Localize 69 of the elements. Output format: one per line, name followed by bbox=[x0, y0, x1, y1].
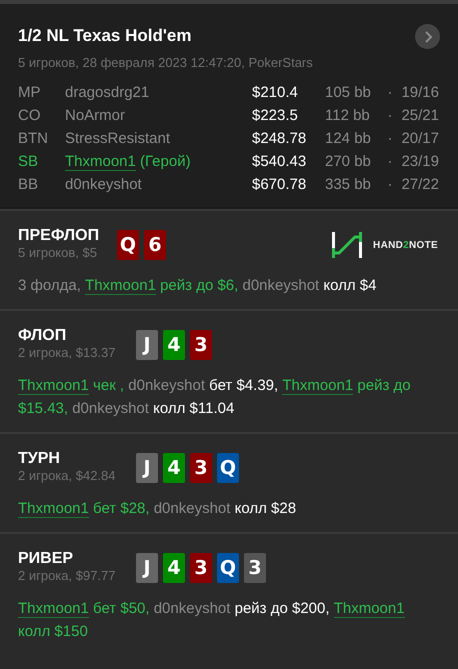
playing-card: 3 bbox=[244, 553, 266, 583]
player-stats: 27/22 bbox=[400, 175, 439, 195]
playing-card: Q bbox=[217, 553, 239, 583]
playing-card: J bbox=[136, 453, 158, 483]
player-bb: 105 bb bbox=[325, 83, 372, 103]
player-name-link[interactable]: Thxmoon1 bbox=[85, 277, 156, 295]
player-name: StressResistant bbox=[65, 130, 170, 147]
chevron-right-icon bbox=[422, 30, 432, 42]
player-stack: $540.43 bbox=[252, 152, 308, 172]
street-info: 2 игрока, $13.37 bbox=[18, 345, 116, 360]
player-name-link[interactable]: Thxmoon1 bbox=[18, 500, 89, 518]
logo-icon bbox=[331, 231, 364, 259]
player-bb: 270 bb bbox=[325, 152, 372, 172]
player-position: SB bbox=[18, 152, 40, 172]
player-position: MP bbox=[18, 83, 42, 103]
street-title: ПРЕФЛОП bbox=[18, 227, 100, 245]
street-title: РИВЕР bbox=[18, 550, 74, 568]
player-bb: 335 bb bbox=[325, 175, 372, 195]
playing-card: 4 bbox=[163, 330, 185, 360]
player-name: dragosdrg21 bbox=[65, 84, 150, 101]
player-name-link[interactable]: Thxmoon1 bbox=[18, 377, 89, 395]
player-position: BB bbox=[18, 175, 40, 195]
player-name-link[interactable]: Thxmoon1 bbox=[282, 377, 354, 395]
playing-card: 3 bbox=[190, 330, 212, 360]
separator-dot: · bbox=[386, 106, 394, 126]
player-name-link[interactable]: Thxmoon1 bbox=[334, 600, 405, 618]
action-line: Thxmoon1 бет $50, d0nkeyshot рейз до $200, Thxmoon1 колл $150 bbox=[18, 599, 406, 642]
playing-card: 6 bbox=[144, 230, 166, 260]
separator-dot: · bbox=[386, 175, 394, 195]
player-position: BTN bbox=[18, 129, 49, 149]
street-info: 2 игрока, $42.84 bbox=[18, 468, 116, 483]
player-position: CO bbox=[18, 106, 42, 126]
logo-text: HAND2NOTE bbox=[373, 240, 438, 250]
playing-card: J bbox=[136, 553, 158, 583]
playing-card: Q bbox=[217, 453, 239, 483]
player-name-link[interactable]: Thxmoon1 bbox=[18, 600, 89, 618]
player-stats: 19/16 bbox=[400, 83, 439, 103]
player-name-link[interactable]: Thxmoon1 bbox=[65, 153, 136, 171]
playing-card: 4 bbox=[163, 453, 185, 483]
action-line: 3 фолда, Thxmoon1 рейз до $6, d0nkeyshot колл $4 bbox=[18, 276, 378, 297]
playing-card: 4 bbox=[163, 553, 185, 583]
player-bb: 124 bb bbox=[325, 129, 372, 149]
player-stack: $223.5 bbox=[252, 106, 299, 126]
next-button[interactable] bbox=[415, 24, 440, 49]
player-stack: $248.78 bbox=[252, 129, 308, 149]
separator-dot: · bbox=[386, 129, 394, 149]
action-line: Thxmoon1 бет $28, d0nkeyshot колл $28 bbox=[18, 499, 298, 520]
hand-subtitle: 5 игроков, 28 февраля 2023 12:47:20, PokerStars bbox=[18, 55, 314, 70]
playing-card: J bbox=[136, 330, 158, 360]
player-stats: 25/21 bbox=[400, 106, 439, 126]
playing-card: Q bbox=[117, 230, 139, 260]
player-bb: 112 bb bbox=[325, 106, 371, 126]
separator-dot: · bbox=[386, 152, 394, 172]
street-info: 2 игрока, $97.77 bbox=[18, 568, 116, 583]
separator-dot: · bbox=[386, 83, 394, 103]
player-name: NoArmor bbox=[65, 107, 126, 124]
playing-card: 3 bbox=[190, 453, 212, 483]
player-name: d0nkeyshot bbox=[65, 176, 142, 193]
player-stats: 23/19 bbox=[400, 152, 439, 172]
action-line: Thxmoon1 чек , d0nkeyshot бет $4.39, Thxmoon1 рейз до $15.43, d0nkeyshot колл $11.04 bbox=[18, 376, 412, 419]
player-stats: 20/17 bbox=[400, 129, 439, 149]
hand-title: 1/2 NL Texas Hold'em bbox=[18, 26, 192, 46]
playing-card: 3 bbox=[190, 553, 212, 583]
street-title: ФЛОП bbox=[18, 327, 68, 345]
street-info: 5 игроков, $5 bbox=[18, 245, 98, 260]
player-stack: $210.4 bbox=[252, 83, 299, 103]
hero-label: (Герой) bbox=[140, 153, 191, 170]
street-title: ТУРН bbox=[18, 450, 61, 468]
player-stack: $670.78 bbox=[252, 175, 308, 195]
